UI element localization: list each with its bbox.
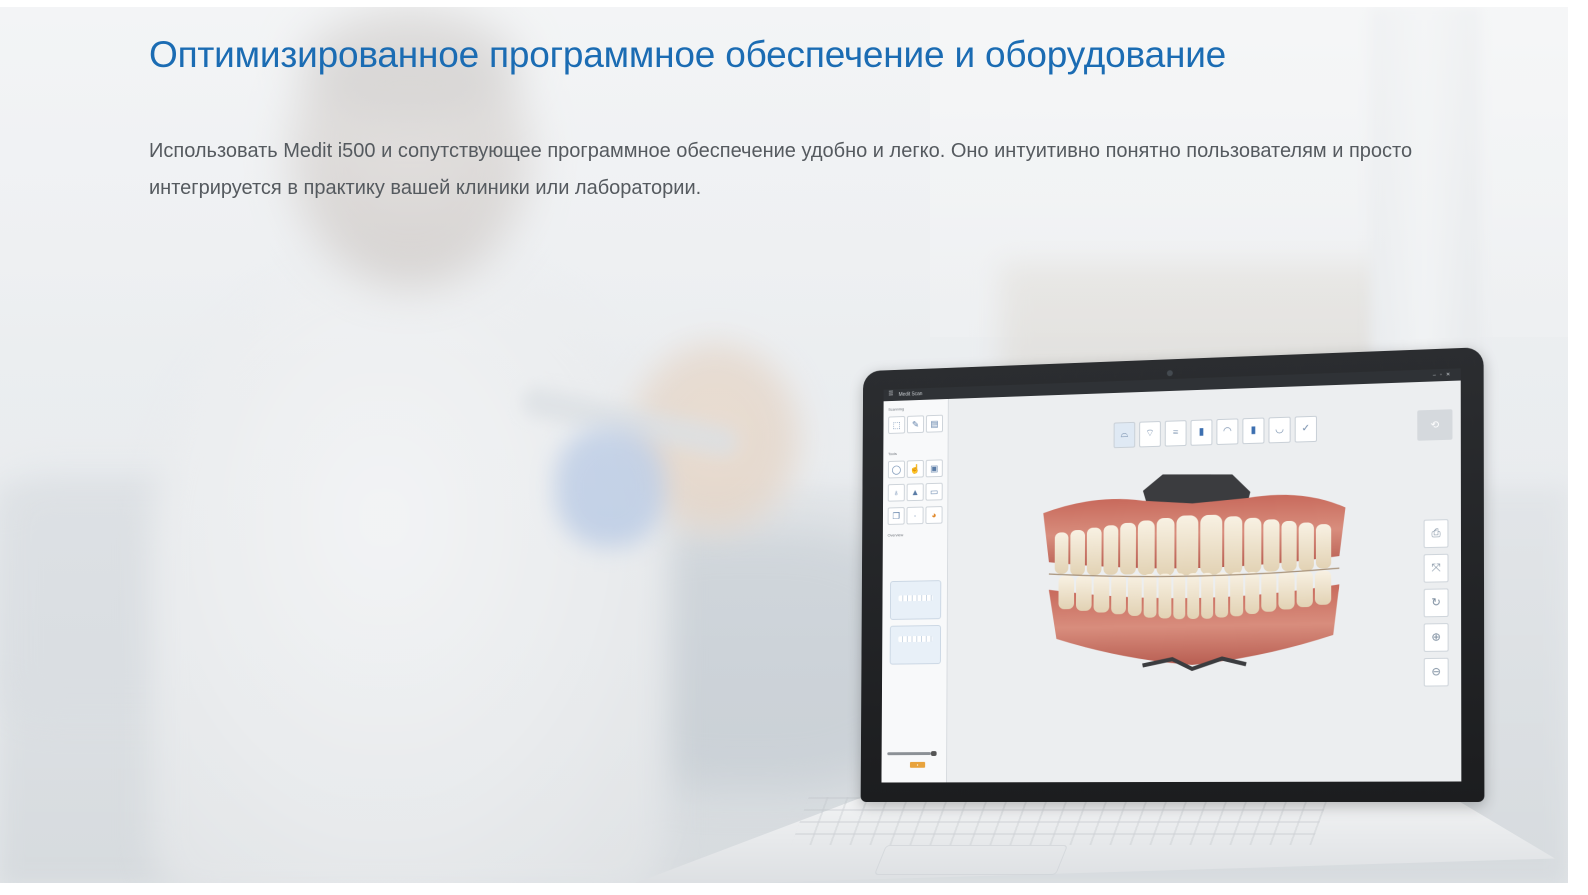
3d-dental-arch-model[interactable] bbox=[1035, 465, 1354, 681]
overview-lower-jaw-thumbnail[interactable] bbox=[889, 624, 942, 665]
print-icon[interactable]: ⎙ bbox=[1423, 519, 1449, 549]
orientation-cube-icon[interactable]: ⟲ bbox=[1417, 409, 1453, 441]
zoom-in-icon[interactable]: ⊕ bbox=[1423, 623, 1449, 652]
scan-select-icon[interactable]: ⬚ bbox=[888, 415, 906, 434]
webcam-icon bbox=[1166, 370, 1173, 377]
scan-software-window: ☰ Medit Scan –▫✕ Scanning ⬚ ✎ ▤ Tools ◯ … bbox=[881, 368, 1462, 783]
app-title: Medit Scan bbox=[898, 391, 923, 398]
tooth-icon[interactable]: ♁ bbox=[887, 483, 905, 502]
dot-icon[interactable]: · bbox=[906, 506, 924, 525]
hamburger-menu-icon[interactable]: ☰ bbox=[888, 391, 893, 398]
scan-edit-icon[interactable]: ✎ bbox=[906, 415, 925, 434]
window-controls[interactable]: –▫✕ bbox=[1433, 372, 1455, 379]
ruler-icon[interactable]: ▭ bbox=[925, 482, 943, 501]
fit-view-icon[interactable]: ⤧ bbox=[1423, 553, 1449, 583]
section-label-scanning: Scanning bbox=[888, 406, 904, 412]
lasso-icon[interactable]: ◯ bbox=[887, 460, 905, 479]
overview-upper-jaw-thumbnail[interactable] bbox=[889, 580, 942, 620]
scan-stage-toolbar: ⌓ ⌔ ≡ ▮ ◠ ▮ ◡ ✓ bbox=[1113, 415, 1317, 449]
layers-icon[interactable]: ▣ bbox=[925, 459, 943, 478]
copy-icon[interactable]: ❐ bbox=[887, 507, 905, 525]
laptop-display: ☰ Medit Scan –▫✕ Scanning ⬚ ✎ ▤ Tools ◯ … bbox=[860, 347, 1485, 802]
check-icon[interactable]: ✓ bbox=[1294, 415, 1317, 443]
scanner-tip-indicator bbox=[887, 751, 937, 756]
zoom-out-icon[interactable]: ⊖ bbox=[1423, 657, 1449, 687]
maxilla-scan-icon[interactable]: ⌓ bbox=[1113, 421, 1136, 449]
abutment-icon[interactable]: ▮ bbox=[1190, 419, 1213, 446]
view-tools: ⎙ ⤧ ↻ ⊕ ⊖ bbox=[1423, 519, 1449, 687]
section-label-overview: Overview bbox=[887, 532, 904, 538]
tool-sidebar: Scanning ⬚ ✎ ▤ Tools ◯ ☝ ▣ ♁ ▲ ▭ ❐ · ◕ O… bbox=[881, 398, 949, 783]
section-label-tools: Tools bbox=[888, 451, 897, 457]
droplet-icon[interactable]: ▲ bbox=[906, 483, 924, 502]
scan-review-icon[interactable]: ▤ bbox=[925, 414, 944, 433]
bite-icon[interactable]: ▮ bbox=[1242, 417, 1265, 445]
color-wheel-icon[interactable]: ◕ bbox=[925, 506, 943, 525]
laptop-trackpad bbox=[873, 845, 1069, 875]
page-description: Использовать Medit i500 и сопутствующее … bbox=[149, 140, 1413, 199]
hand-select-icon[interactable]: ☝ bbox=[906, 459, 924, 478]
upper-jaw-icon[interactable]: ◠ bbox=[1216, 418, 1239, 446]
mandible-scan-icon[interactable]: ⌔ bbox=[1139, 420, 1161, 448]
hero-section: Оптимизированное программное обеспечение… bbox=[0, 7, 1568, 883]
occlusion-scan-icon[interactable]: ≡ bbox=[1164, 420, 1187, 447]
page-headline: Оптимизированное программное обеспечение… bbox=[149, 34, 1227, 75]
rotate-icon[interactable]: ↻ bbox=[1423, 588, 1449, 618]
laptop-keyboard bbox=[791, 797, 1329, 845]
lower-jaw-icon[interactable]: ◡ bbox=[1268, 416, 1291, 444]
action-button[interactable]: ● bbox=[909, 761, 926, 768]
